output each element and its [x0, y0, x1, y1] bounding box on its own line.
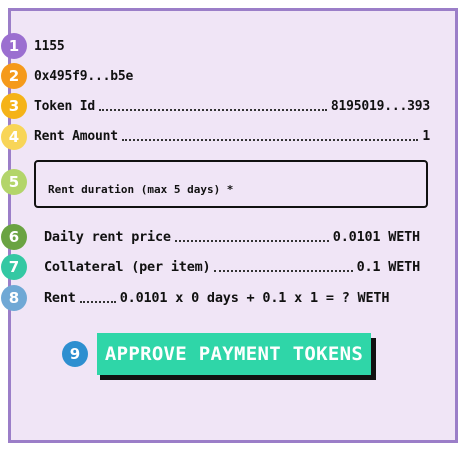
- step-9-badge: 9: [62, 341, 88, 367]
- rent-total-row: Rent 0.0101 x 0 days + 0.1 x 1 = ? WETH: [44, 288, 420, 308]
- step-6-badge: 6: [1, 224, 27, 250]
- rent-amount-row: Rent Amount 1: [34, 126, 430, 146]
- rent-total-label: Rent: [44, 290, 76, 306]
- step-1-badge: 1: [1, 33, 27, 59]
- step-8-badge: 8: [1, 285, 27, 311]
- nft-id: 1155: [34, 36, 65, 56]
- dot-leader: [174, 240, 329, 242]
- collateral-label: Collateral (per item): [44, 259, 211, 275]
- collateral-row: Collateral (per item) 0.1 WETH: [44, 257, 420, 277]
- dot-leader: [121, 139, 419, 141]
- step-3-badge: 3: [1, 93, 27, 119]
- dot-leader: [99, 109, 327, 111]
- rent-duration-field[interactable]: Rent duration (max 5 days) *: [34, 160, 428, 208]
- nft-contract-value: 0x495f9...b5e: [34, 68, 134, 84]
- daily-price-row: Daily rent price 0.0101 WETH: [44, 227, 420, 247]
- approve-button-wrapper: APPROVE PAYMENT TOKENS: [97, 333, 376, 380]
- token-id-row: Token Id 8195019...393: [34, 96, 430, 116]
- collateral-value: 0.1 WETH: [356, 259, 421, 275]
- daily-price-label: Daily rent price: [44, 229, 171, 245]
- step-2-badge: 2: [1, 63, 27, 89]
- token-id-label: Token Id: [34, 98, 96, 114]
- dot-leader: [214, 270, 353, 272]
- rent-amount-label: Rent Amount: [34, 128, 118, 144]
- rent-duration-label: Rent duration (max 5 days) *: [48, 183, 234, 196]
- step-5-badge: 5: [1, 169, 27, 195]
- token-id-value: 8195019...393: [330, 98, 430, 114]
- step-7-badge: 7: [1, 254, 27, 280]
- nft-contract: 0x495f9...b5e: [34, 66, 133, 86]
- dot-leader: [79, 301, 116, 303]
- daily-price-value: 0.0101 WETH: [332, 229, 420, 245]
- approve-payment-tokens-button[interactable]: APPROVE PAYMENT TOKENS: [97, 333, 371, 375]
- rent-amount-value: 1: [422, 128, 430, 144]
- step-4-badge: 4: [1, 124, 27, 150]
- nft-id-value: 1155: [34, 38, 65, 54]
- rent-total-formula: 0.0101 x 0 days + 0.1 x 1 = ? WETH: [119, 290, 390, 306]
